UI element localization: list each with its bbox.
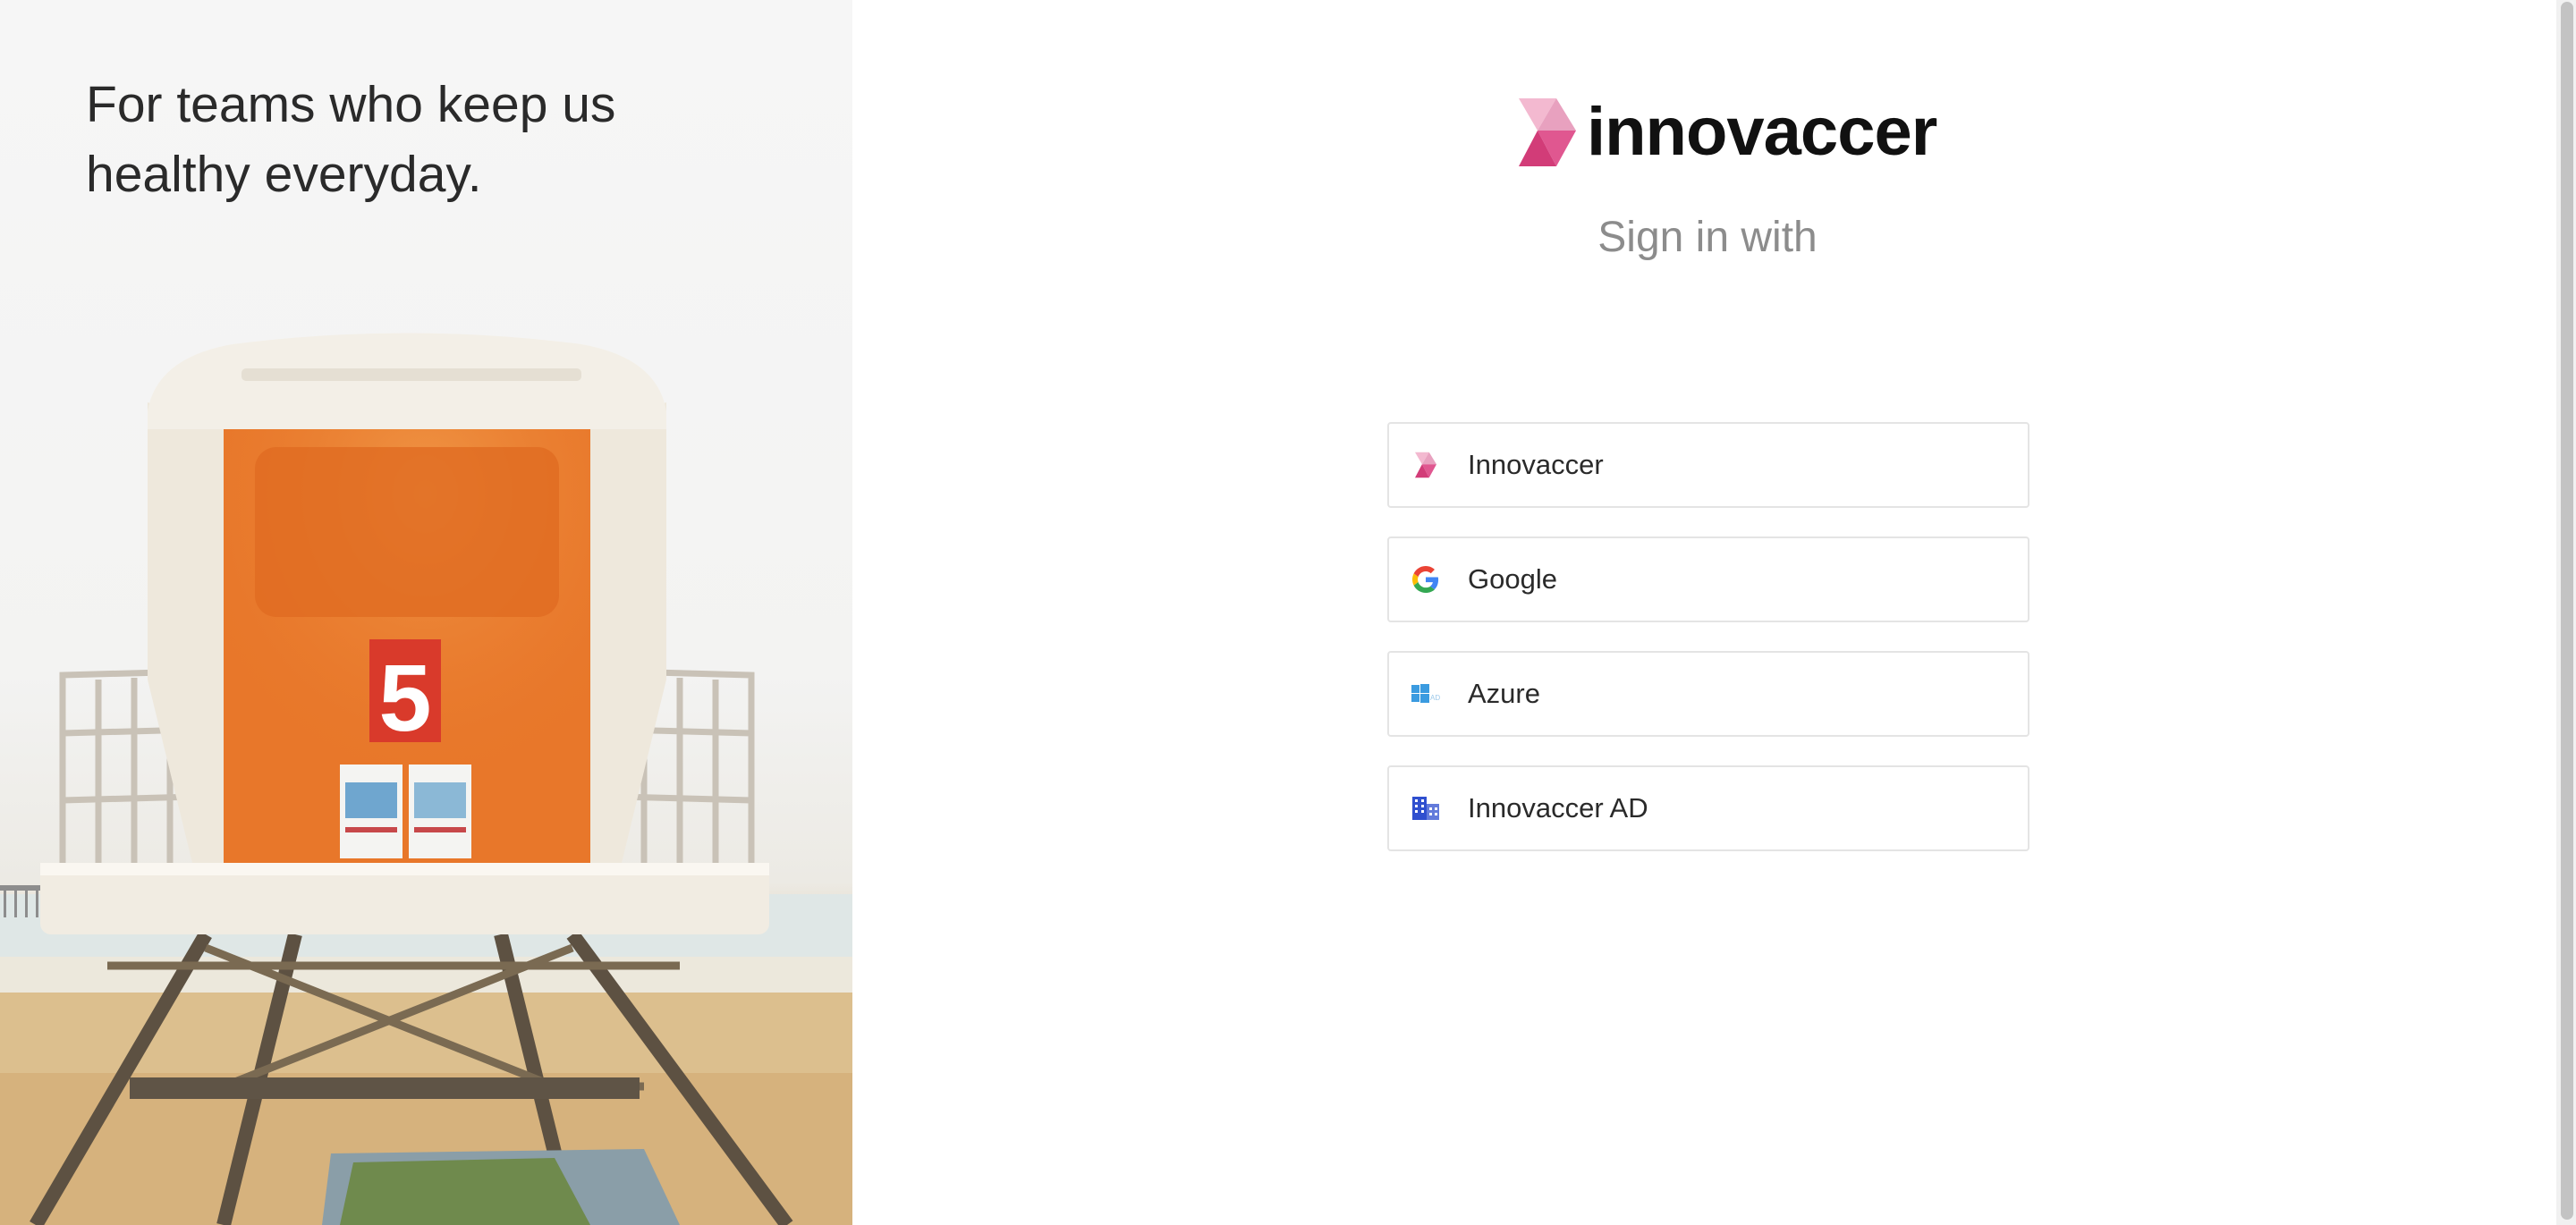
hero-tagline-line2: healthy everyday. xyxy=(86,146,482,203)
provider-label: Innovaccer xyxy=(1468,449,1604,480)
sign-in-providers: Innovaccer Google AD Azure Innovaccer AD xyxy=(1387,422,2029,880)
innovaccer-logo-icon xyxy=(1411,450,1441,480)
google-icon xyxy=(1411,564,1441,595)
azure-signin-button[interactable]: AD Azure xyxy=(1387,651,2029,737)
scrollbar-track[interactable] xyxy=(2556,0,2576,1225)
scrollbar-thumb[interactable] xyxy=(2561,2,2573,1220)
sign-in-title: Sign in with xyxy=(1597,214,1818,261)
hero-panel: 5 For teams who keep us healthy everyday… xyxy=(0,0,852,1225)
google-signin-button[interactable]: Google xyxy=(1387,536,2029,622)
innovaccer-logo-icon xyxy=(1519,98,1576,166)
azure-windows-icon: AD xyxy=(1411,679,1441,709)
innovaccer-ad-signin-button[interactable]: Innovaccer AD xyxy=(1387,765,2029,851)
building-icon xyxy=(1411,793,1441,824)
innovaccer-logo: innovaccer xyxy=(1519,94,1937,170)
tower-number: 5 xyxy=(379,646,432,751)
logo-wordmark: innovaccer xyxy=(1587,94,1937,170)
hero-tagline-line1: For teams who keep us xyxy=(86,76,616,133)
hero-tagline: For teams who keep us healthy everyday. xyxy=(86,70,801,209)
provider-label: Azure xyxy=(1468,678,1540,709)
provider-label: Innovaccer AD xyxy=(1468,792,1648,824)
innovaccer-signin-button[interactable]: Innovaccer xyxy=(1387,422,2029,508)
provider-label: Google xyxy=(1468,563,1557,595)
svg-text:AD: AD xyxy=(1430,694,1440,702)
